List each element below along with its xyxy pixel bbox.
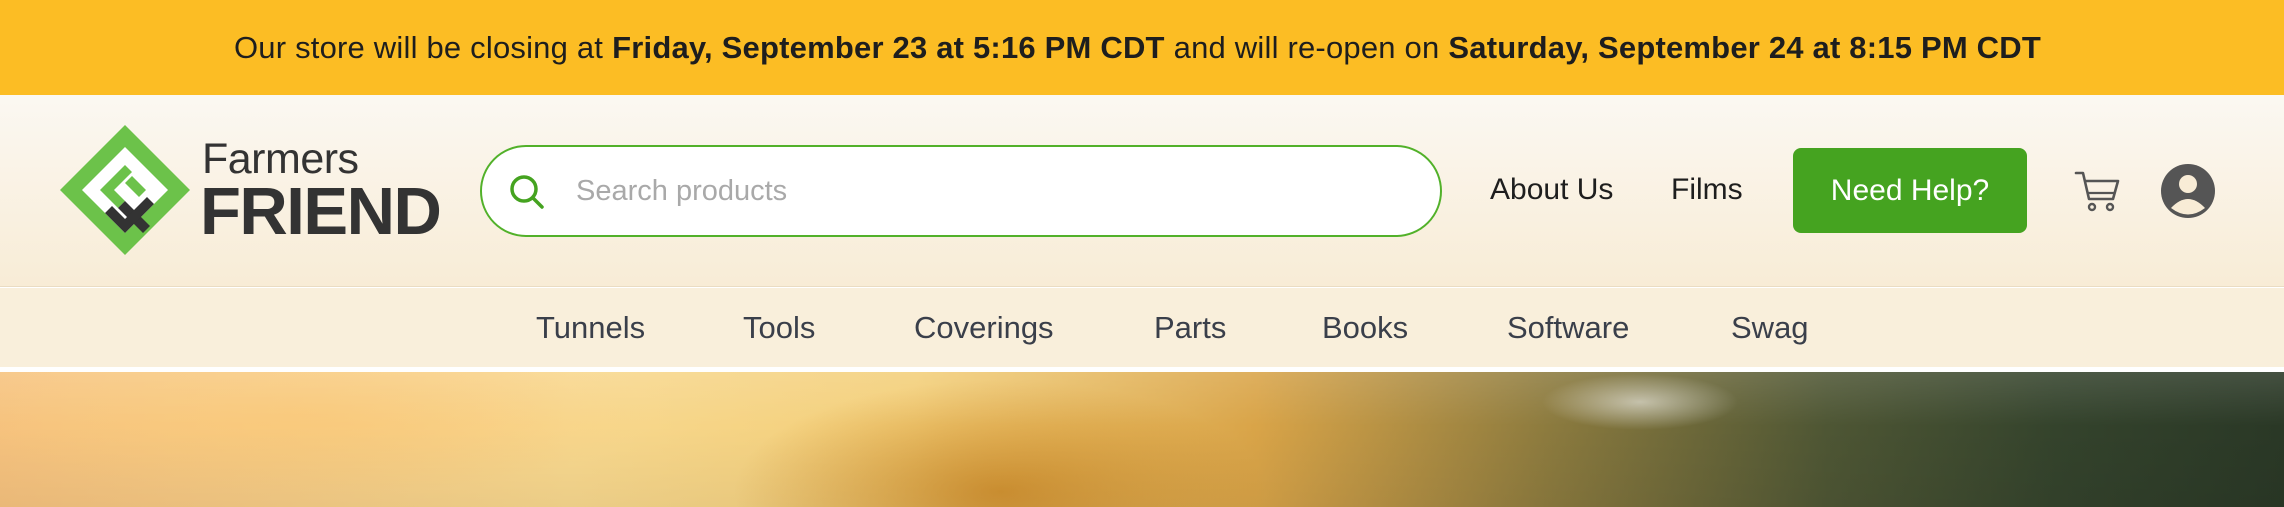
search-icon[interactable] xyxy=(506,171,548,213)
category-tools[interactable]: Tools xyxy=(743,310,815,346)
category-tunnels[interactable]: Tunnels xyxy=(536,310,645,346)
announcement-banner: Our store will be closing at Friday, Sep… xyxy=(0,0,2284,95)
announcement-reopen-time: Saturday, September 24 at 8:15 PM CDT xyxy=(1448,29,2041,65)
search-input[interactable] xyxy=(576,147,1416,235)
category-nav: Tunnels Tools Coverings Parts Books Soft… xyxy=(0,288,2284,370)
category-software[interactable]: Software xyxy=(1507,310,1629,346)
nav-films[interactable]: Films xyxy=(1671,173,1743,207)
hero-overlay xyxy=(0,372,2284,507)
logo-text-friend: FRIEND xyxy=(200,174,442,249)
nav-about-us[interactable]: About Us xyxy=(1490,173,1613,207)
need-help-button[interactable]: Need Help? xyxy=(1793,148,2027,233)
hero-image xyxy=(0,372,2284,507)
cart-icon[interactable] xyxy=(2074,169,2122,213)
category-swag[interactable]: Swag xyxy=(1731,310,1809,346)
announcement-prefix: Our store will be closing at xyxy=(233,29,604,65)
announcement-close-time: Friday, September 23 at 5:16 PM CDT xyxy=(612,29,1165,65)
account-icon[interactable] xyxy=(2160,163,2216,219)
category-coverings[interactable]: Coverings xyxy=(914,310,1054,346)
site-header: Farmers FRIEND About Us Films Need Help? xyxy=(0,95,2284,287)
site-logo[interactable]: Farmers FRIEND xyxy=(60,125,442,255)
category-parts[interactable]: Parts xyxy=(1154,310,1226,346)
announcement-middle: and will re-open on xyxy=(1173,29,1440,65)
logo-mark-icon xyxy=(60,125,190,255)
search-bar xyxy=(480,145,1442,237)
category-books[interactable]: Books xyxy=(1322,310,1408,346)
